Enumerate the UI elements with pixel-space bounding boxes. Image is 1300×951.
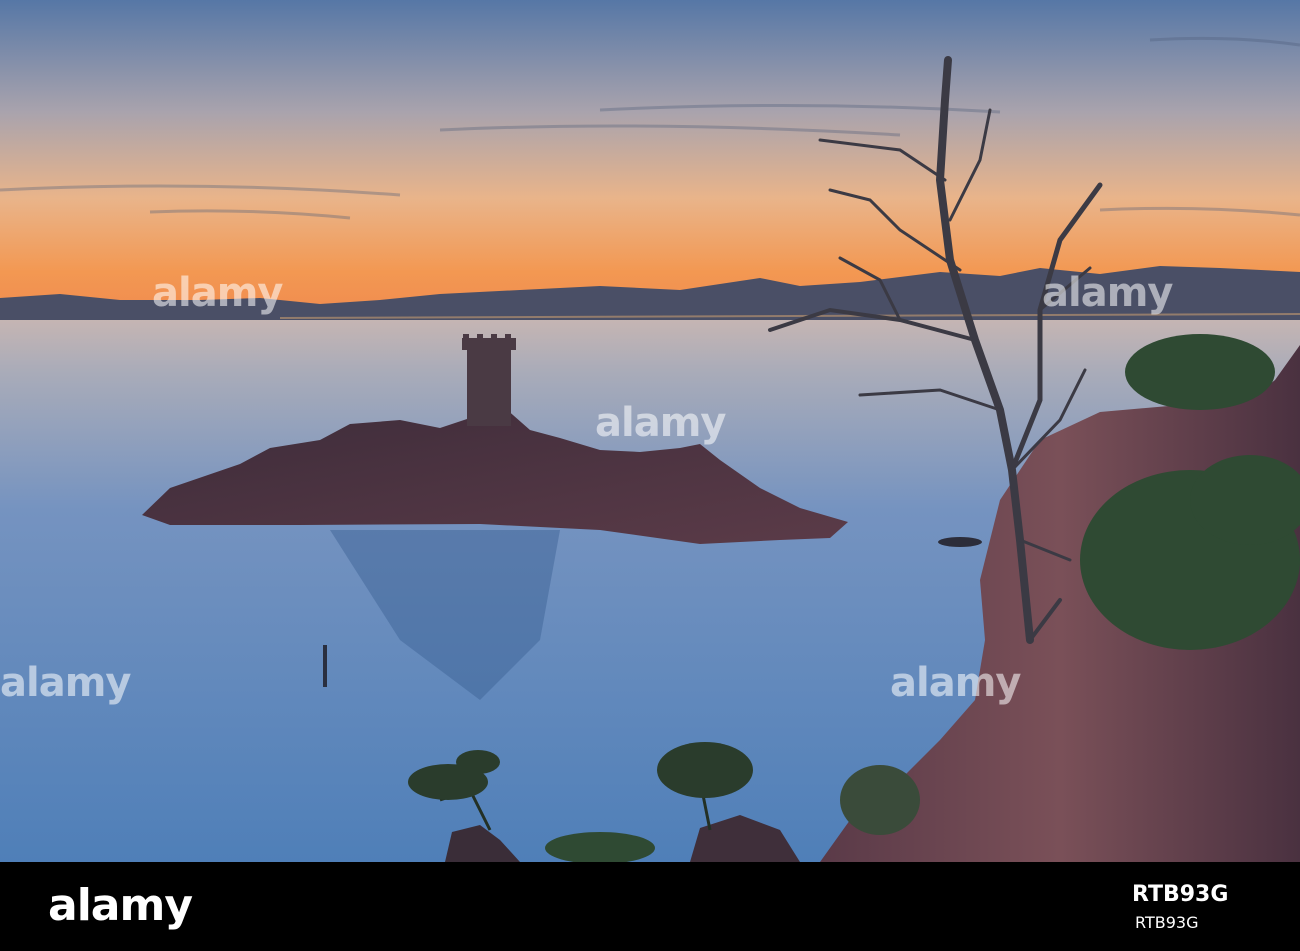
tower bbox=[467, 342, 511, 426]
watermark-top-left: alamy bbox=[152, 270, 283, 316]
watermark-center: alamy bbox=[595, 400, 726, 446]
watermark-bottom-left: alamy bbox=[0, 660, 131, 706]
image-id: RTB93G bbox=[1132, 882, 1229, 907]
photo-frame: alamy alamy alamy alamy alamy alamy RTB9… bbox=[0, 0, 1300, 951]
watermark-top-right: alamy bbox=[1042, 270, 1173, 316]
watermark-bottom-right: alamy bbox=[890, 660, 1021, 706]
image-id-caption: RTB93G bbox=[1135, 913, 1199, 932]
footer-bar bbox=[0, 862, 1300, 951]
brand-logo: alamy bbox=[48, 880, 193, 931]
